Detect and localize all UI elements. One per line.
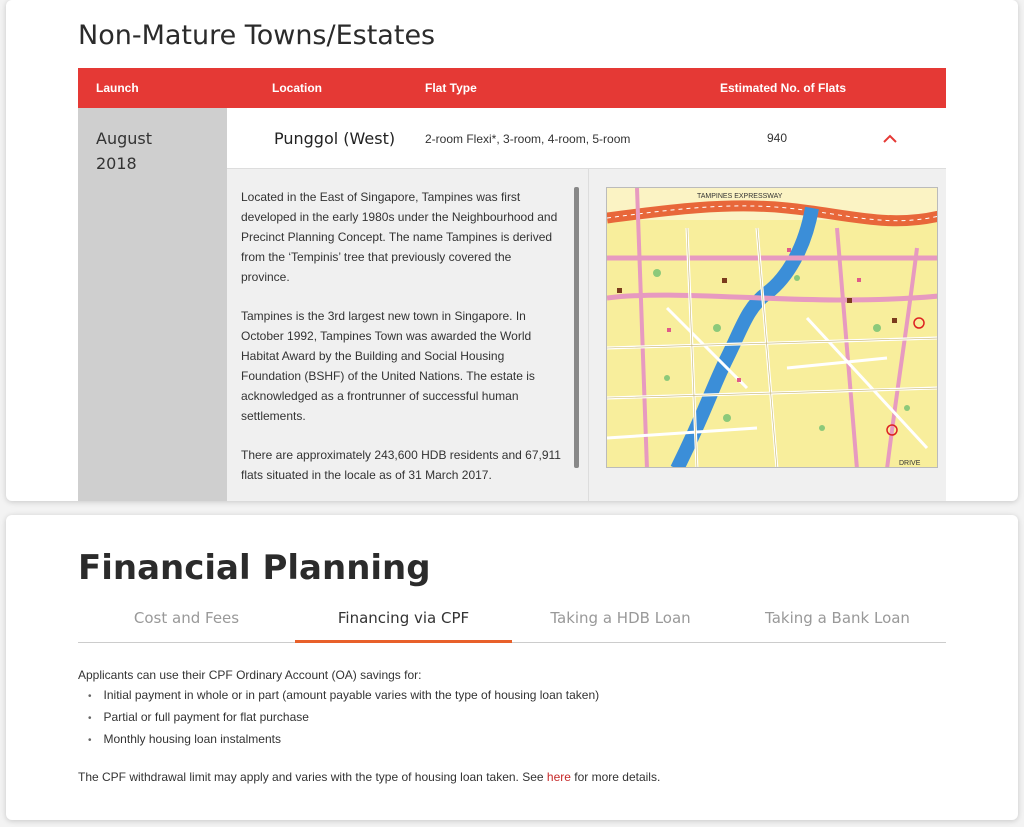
cpf-content: Applicants can use their CPF Ordinary Ac… [78, 665, 946, 787]
table-row[interactable]: Punggol (West) 2-room Flexi*, 3-room, 4-… [227, 108, 946, 169]
towns-card: Non-Mature Towns/Estates Launch Location… [6, 0, 1018, 501]
towns-table: Launch Location Flat Type Estimated No. … [78, 68, 946, 108]
list-item: Initial payment in whole or in part (amo… [88, 685, 946, 707]
financial-title: Financial Planning [78, 548, 431, 588]
header-flat-type: Flat Type [425, 81, 477, 95]
list-item: Monthly housing loan instalments [88, 729, 946, 751]
row-count: 940 [767, 131, 788, 145]
financial-tabs: Cost and Fees Financing via CPF Taking a… [78, 603, 946, 643]
towns-title: Non-Mature Towns/Estates [78, 20, 436, 51]
table-header: Launch Location Flat Type Estimated No. … [78, 68, 946, 108]
town-description: Located in the East of Singapore, Tampin… [241, 187, 561, 501]
cpf-intro: Applicants can use their CPF Ordinary Ac… [78, 668, 422, 682]
map-label-expressway: TAMPINES EXPRESSWAY [697, 193, 783, 200]
note-text-end: for more details. [570, 770, 661, 784]
row-location: Punggol (West) [274, 129, 396, 148]
desc-paragraph-3: There are approximately 243,600 HDB resi… [241, 448, 561, 482]
row-detail: Located in the East of Singapore, Tampin… [227, 169, 946, 501]
header-launch: Launch [96, 81, 139, 95]
tab-cost-and-fees[interactable]: Cost and Fees [78, 603, 295, 643]
cpf-note: The CPF withdrawal limit may apply and v… [78, 767, 946, 787]
launch-year: 2018 [96, 154, 137, 173]
header-estimated: Estimated No. of Flats [720, 81, 847, 95]
list-item: Partial or full payment for flat purchas… [88, 707, 946, 729]
financial-card: Financial Planning Cost and Fees Financi… [6, 515, 1018, 820]
desc-paragraph-2: Tampines is the 3rd largest new town in … [241, 309, 535, 423]
description-scrollbar[interactable] [574, 187, 579, 468]
launch-month: August [96, 129, 152, 148]
map-label-drive: DRIVE [899, 460, 921, 467]
town-map[interactable]: TAMPINES EXPRESSWAY DRIVE [606, 187, 938, 468]
launch-cell: August 2018 [78, 108, 227, 501]
tab-financing-via-cpf[interactable]: Financing via CPF [295, 603, 512, 643]
chevron-up-icon[interactable] [877, 126, 903, 152]
row-flat-type: 2-room Flexi*, 3-room, 4-room, 5-room [425, 132, 631, 146]
note-text: The CPF withdrawal limit may apply and v… [78, 770, 547, 784]
header-location: Location [272, 81, 322, 95]
divider [588, 169, 589, 501]
here-link[interactable]: here [547, 770, 571, 784]
cpf-bullets: Initial payment in whole or in part (amo… [88, 685, 946, 751]
launch-date: August 2018 [96, 126, 152, 176]
desc-paragraph-1: Located in the East of Singapore, Tampin… [241, 190, 558, 284]
tab-bank-loan[interactable]: Taking a Bank Loan [729, 603, 946, 643]
tab-hdb-loan[interactable]: Taking a HDB Loan [512, 603, 729, 643]
